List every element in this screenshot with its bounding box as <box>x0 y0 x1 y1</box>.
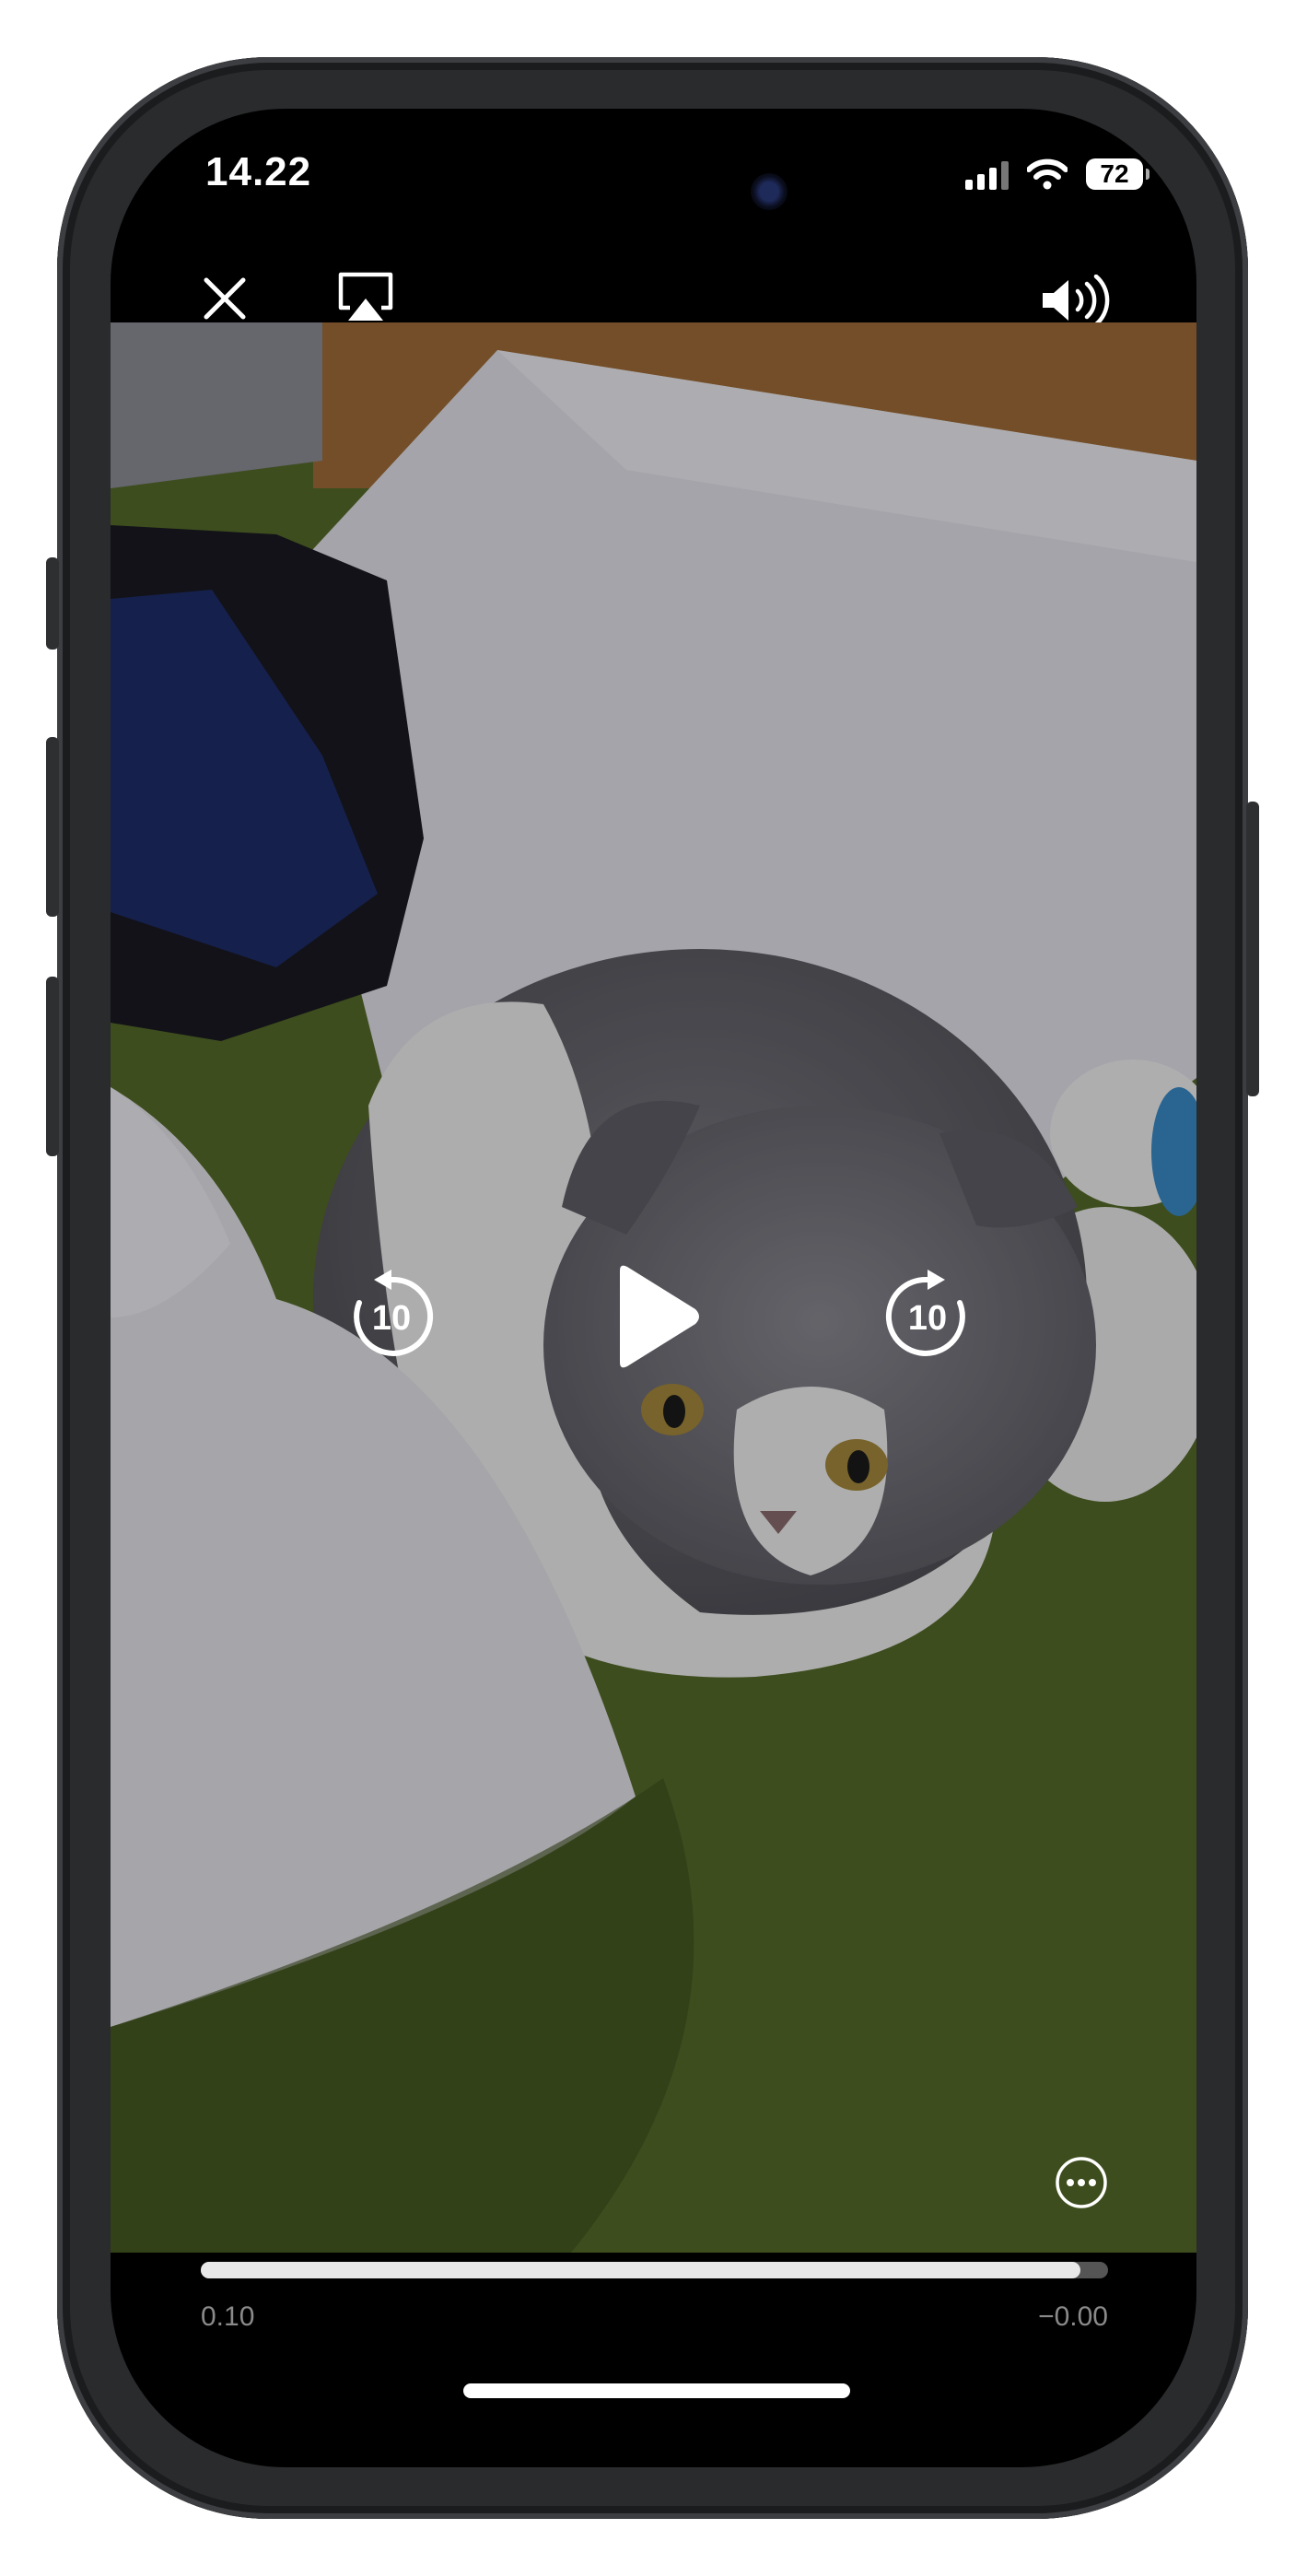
front-camera <box>751 173 788 210</box>
play-button[interactable] <box>599 1257 709 1376</box>
skip-forward-label: 10 <box>907 1299 948 1338</box>
airplay-icon <box>338 272 393 321</box>
skip-back-label: 10 <box>371 1299 412 1338</box>
elapsed-time: 0.10 <box>201 2301 255 2332</box>
close-button[interactable] <box>199 273 251 329</box>
skip-forward-button[interactable]: 10 <box>877 1266 978 1367</box>
close-icon <box>204 277 246 320</box>
remaining-time: −0.00 <box>1038 2301 1108 2332</box>
action-button <box>46 557 59 650</box>
skip-back-button[interactable]: 10 <box>341 1266 442 1367</box>
status-icons: 72 <box>965 151 1149 197</box>
progress-scrubber[interactable] <box>201 2262 1108 2278</box>
status-time: 14.22 <box>205 149 312 194</box>
volume-down-button <box>46 977 59 1156</box>
home-indicator[interactable] <box>463 2383 850 2398</box>
phone-screen: 14.22 72 10 10 0.10 −0.00 <box>111 109 1196 2467</box>
more-options-icon <box>1056 2157 1107 2208</box>
battery-indicator: 72 <box>1086 158 1149 190</box>
airplay-button[interactable] <box>335 271 396 329</box>
play-icon <box>620 1265 699 1368</box>
volume-up-button <box>46 737 59 917</box>
battery-level: 72 <box>1100 159 1129 188</box>
wifi-icon <box>1027 158 1068 190</box>
progress-fill <box>201 2262 1081 2278</box>
side-power-button <box>1246 802 1259 1096</box>
cellular-signal-icon <box>965 158 1009 190</box>
more-options-button[interactable] <box>1054 2155 1109 2210</box>
speaker-volume-icon <box>1043 274 1110 327</box>
